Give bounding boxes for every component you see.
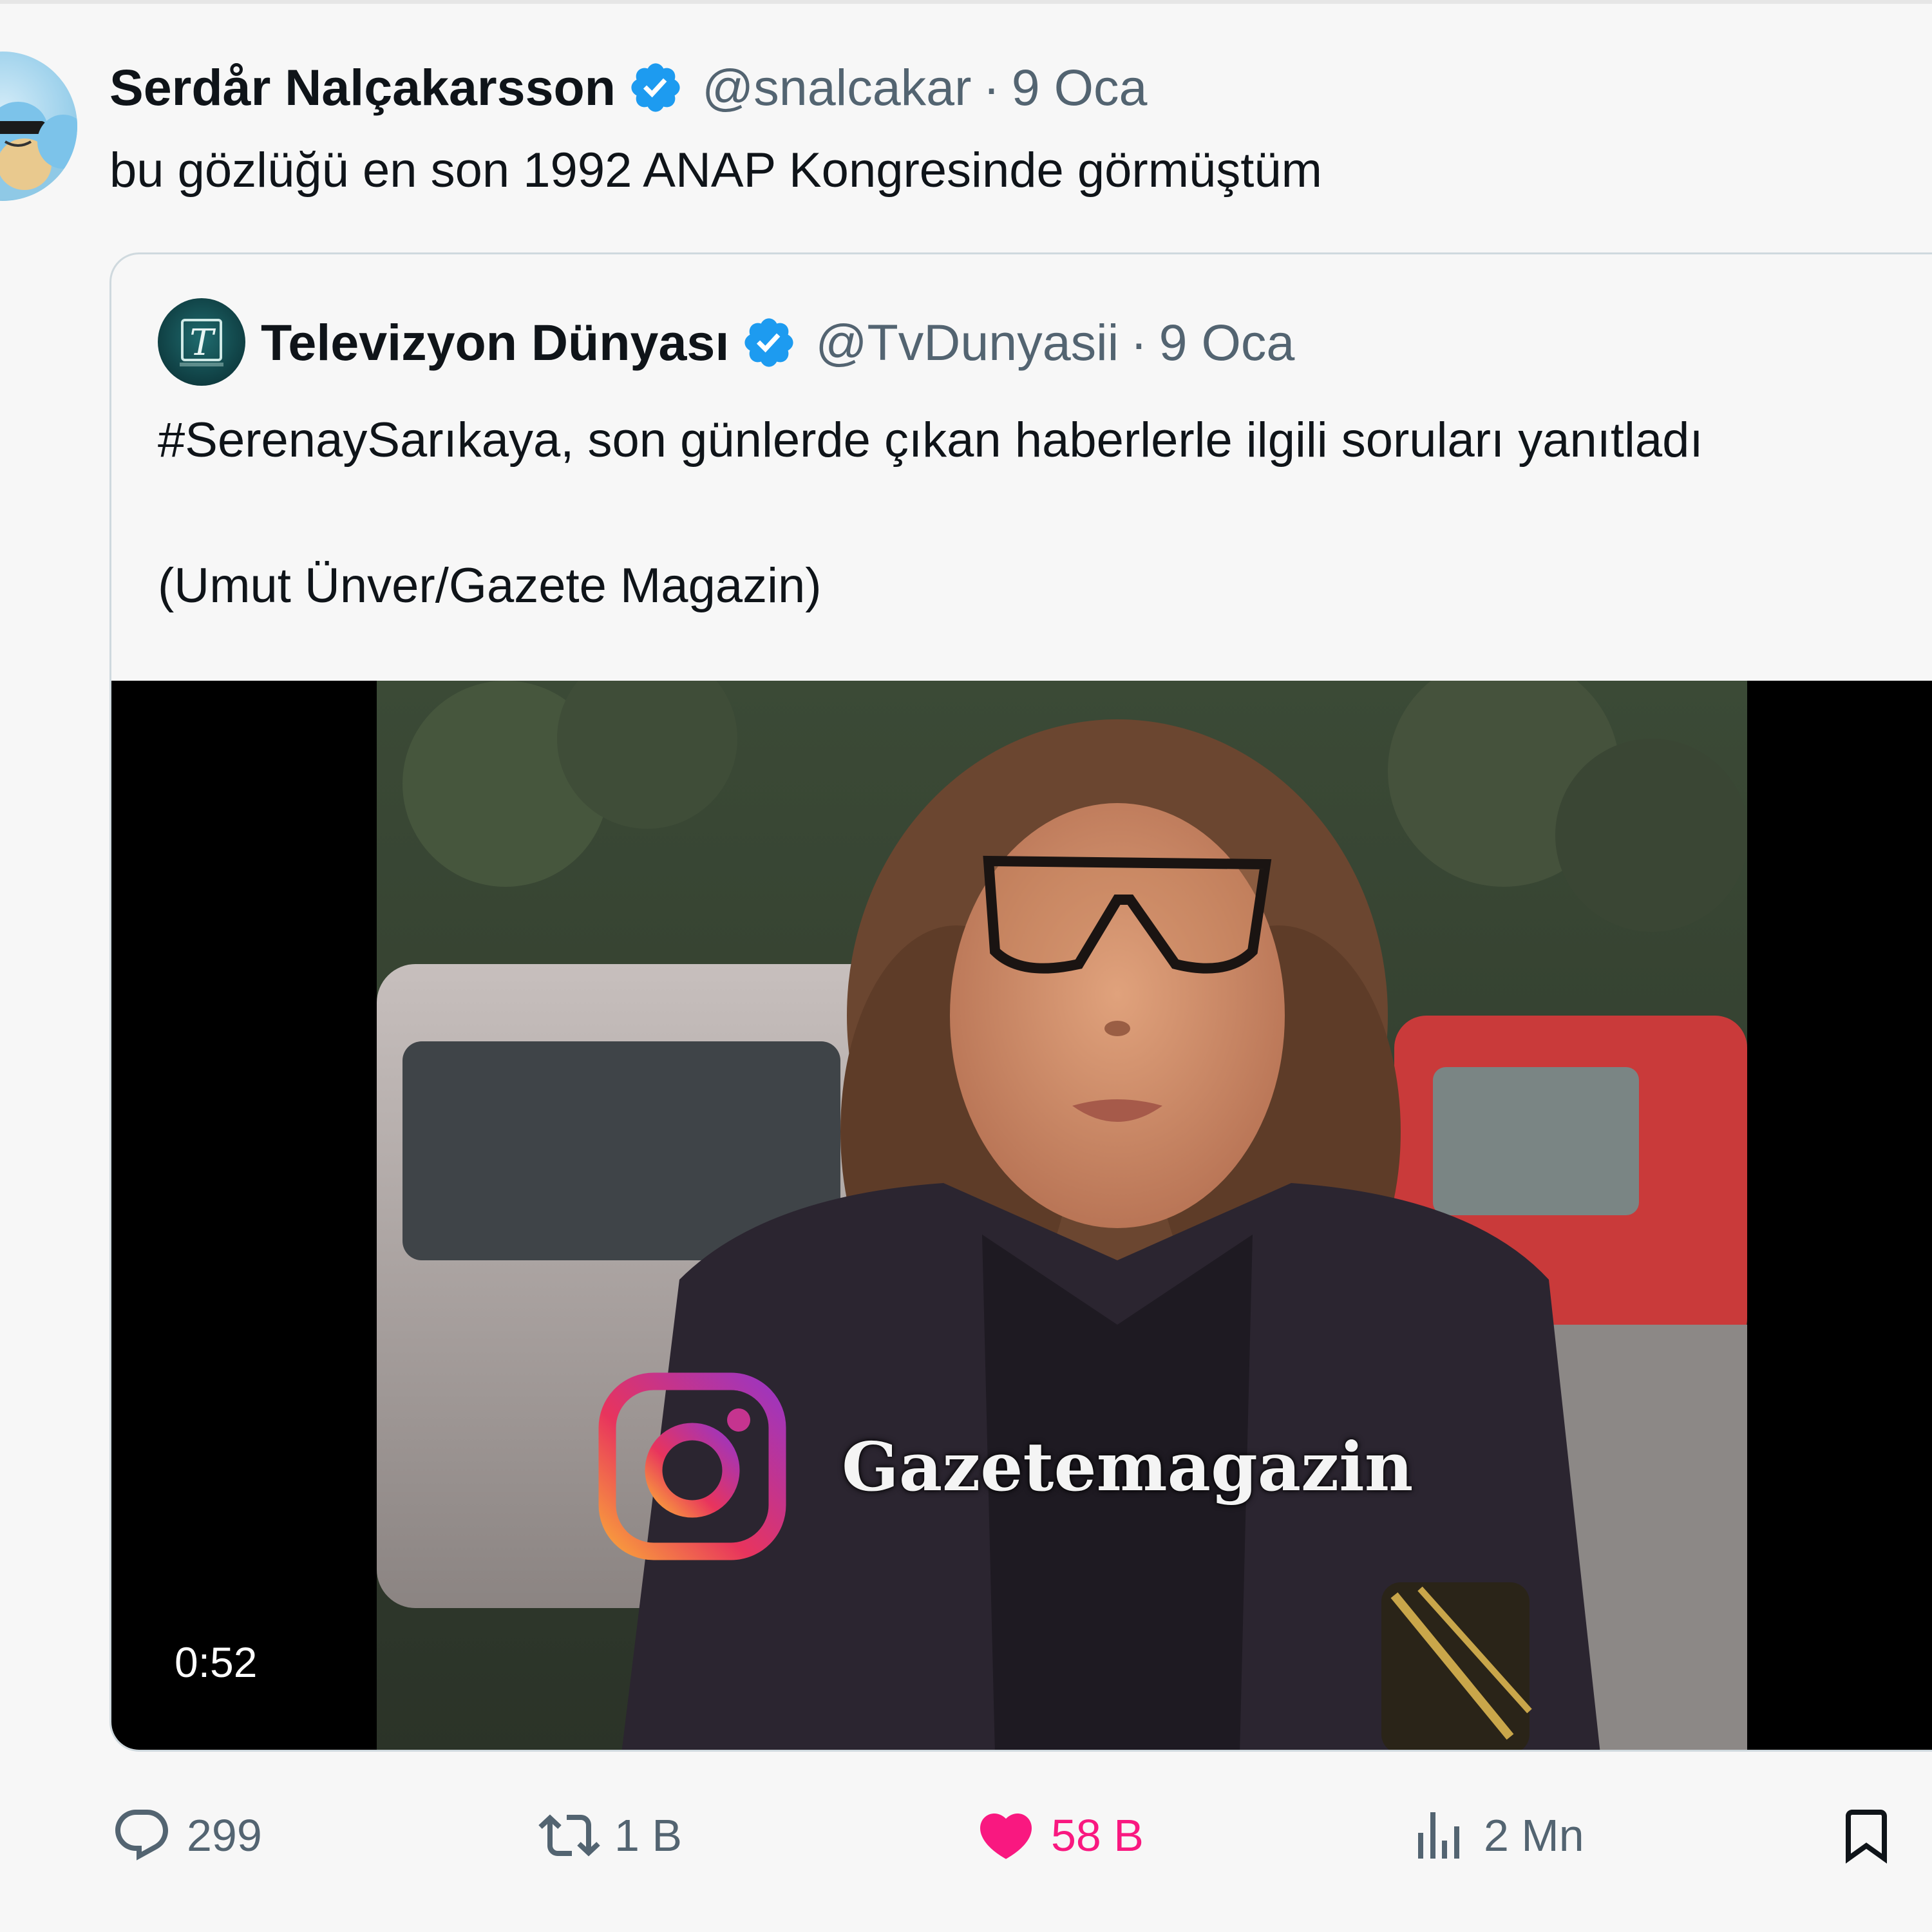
video-scene [377, 681, 1747, 1750]
watermark-overlay: Gazetemagazin [596, 1370, 1413, 1563]
quoted-tweet-card[interactable]: T Televizyon Dünyası @TvDunyasii · 9 Oca… [109, 252, 1932, 1752]
video-duration: 0:52 [175, 1638, 258, 1686]
svg-text:T: T [189, 322, 216, 364]
heart-icon [980, 1814, 1032, 1859]
verified-badge-icon[interactable] [627, 59, 684, 116]
instagram-icon [598, 1372, 786, 1560]
quoted-author-name[interactable]: Televizyon Dünyası [261, 313, 729, 372]
top-divider [0, 0, 1932, 4]
tweet-text: bu gözlüğü en son 1992 ANAP Kongresinde … [109, 143, 1322, 198]
reply-button[interactable]: 299 [111, 1797, 262, 1874]
views-icon [1418, 1812, 1459, 1859]
quoted-author-avatar[interactable]: T [158, 298, 245, 386]
retweet-count: 1 B [614, 1810, 683, 1861]
reply-icon [115, 1810, 169, 1861]
header-separator: · [983, 59, 1000, 116]
video-player[interactable]: Gazetemagazin 0:52 [111, 681, 1932, 1750]
video-thumbnail[interactable]: Gazetemagazin [377, 681, 1747, 1750]
bookmark-button[interactable] [1835, 1797, 1897, 1874]
tweet-header: Serdår Nalçakarsson @snalcakar · 9 Oca [109, 50, 1147, 125]
views-button[interactable]: 2 Mn [1408, 1797, 1584, 1874]
retweet-icon [538, 1814, 600, 1857]
author-handle[interactable]: @snalcakar [702, 58, 971, 117]
quoted-tweet-date[interactable]: 9 Oca [1159, 313, 1295, 372]
quoted-author-handle[interactable]: @TvDunyasii [815, 313, 1119, 372]
squirtle-squad-avatar-icon [0, 102, 77, 200]
views-count: 2 Mn [1484, 1810, 1584, 1861]
tweet-date[interactable]: 9 Oca [1012, 58, 1148, 117]
like-count: 58 B [1051, 1810, 1144, 1861]
verified-badge-icon[interactable] [741, 314, 797, 371]
watermark-text: Gazetemagazin [842, 1426, 1414, 1506]
retweet-button[interactable]: 1 B [538, 1797, 682, 1874]
tv-letter-t-logo-icon: T [180, 319, 223, 366]
reply-count: 299 [187, 1810, 262, 1861]
author-name[interactable]: Serdår Nalçakarsson [109, 58, 616, 117]
like-button[interactable]: 58 B [975, 1797, 1144, 1874]
author-avatar[interactable] [0, 52, 77, 201]
quoted-tweet-header: Televizyon Dünyası @TvDunyasii · 9 Oca [261, 299, 1294, 386]
quoted-tweet-text: #SerenaySarıkaya, son günlerde çıkan hab… [158, 413, 1703, 468]
header-separator: · [1130, 314, 1148, 371]
quoted-tweet-credit: (Umut Ünver/Gazete Magazin) [158, 558, 822, 613]
bookmark-icon [1846, 1810, 1887, 1864]
